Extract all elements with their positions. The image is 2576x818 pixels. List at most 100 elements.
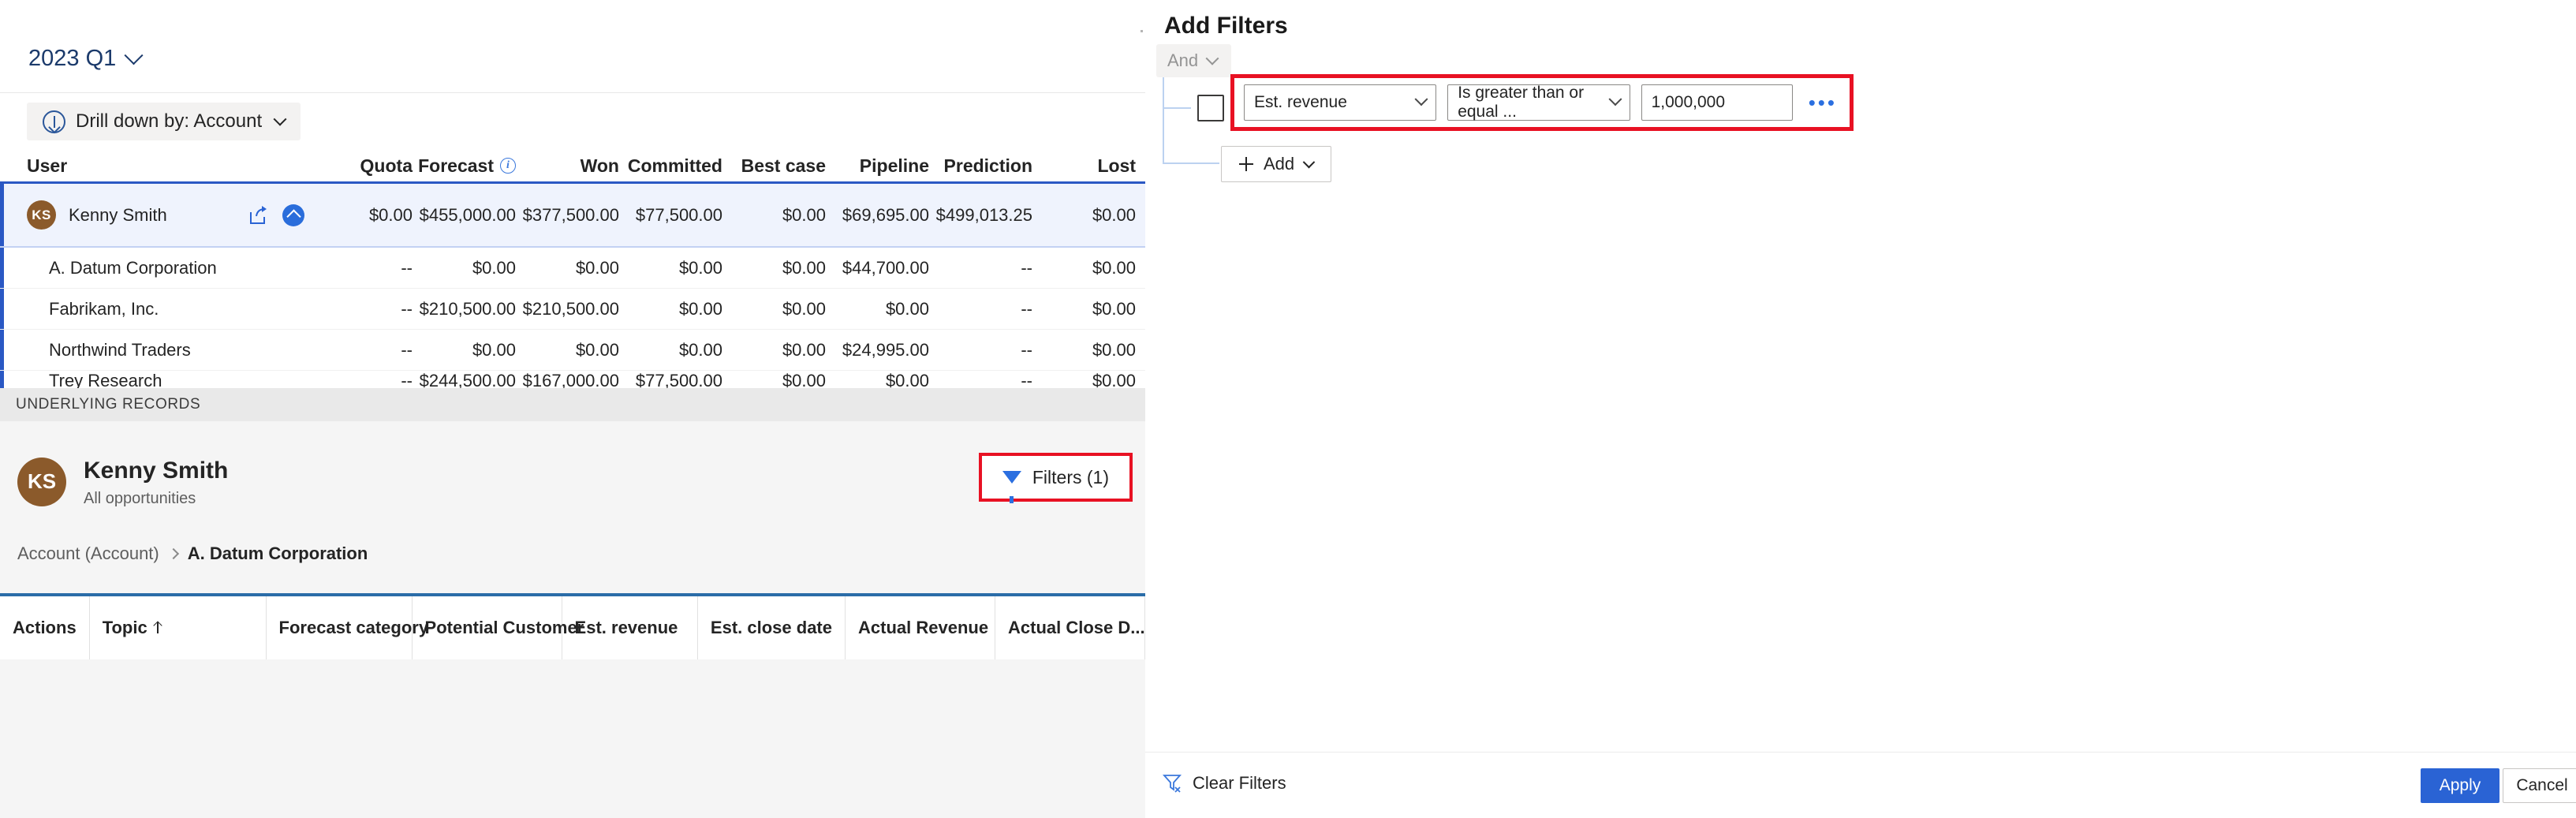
chevron-down-icon bbox=[125, 46, 144, 65]
filter-value-input[interactable]: 1,000,000 bbox=[1641, 84, 1793, 121]
filter-icon bbox=[1002, 471, 1021, 484]
cell-best-case: $0.00 bbox=[729, 340, 832, 360]
add-filter-label: Add bbox=[1264, 154, 1294, 174]
row-account-name: Northwind Traders bbox=[0, 340, 315, 360]
cell-best-case: $0.00 bbox=[729, 258, 832, 278]
share-icon[interactable] bbox=[248, 205, 269, 226]
cell-lost: $0.00 bbox=[1039, 299, 1142, 319]
page-title: Add Filters bbox=[1164, 13, 1288, 39]
column-header-committed[interactable]: Committed bbox=[625, 155, 729, 177]
column-header-actions[interactable]: Actions bbox=[0, 596, 90, 659]
record-owner-name: Kenny Smith bbox=[84, 456, 228, 486]
plus-icon bbox=[1239, 157, 1253, 171]
decorative-dot bbox=[1141, 30, 1143, 32]
chevron-down-icon bbox=[1415, 92, 1428, 106]
group-operator-label: And bbox=[1167, 50, 1198, 71]
group-operator-dropdown[interactable]: And bbox=[1156, 44, 1231, 77]
clear-filters-label: Clear Filters bbox=[1193, 773, 1286, 794]
breadcrumb: Account (Account) A. Datum Corporation bbox=[17, 543, 368, 564]
column-header-actual-close-date[interactable]: Actual Close D... bbox=[995, 596, 1145, 659]
column-header-forecast-category[interactable]: Forecast category bbox=[267, 596, 413, 659]
table-row[interactable]: Fabrikam, Inc. -- $210,500.00 $210,500.0… bbox=[0, 289, 1145, 330]
drill-down-label: Drill down by: Account bbox=[76, 110, 262, 133]
column-header-best-case[interactable]: Best case bbox=[729, 155, 832, 177]
column-header-forecast[interactable]: Forecast i bbox=[419, 155, 522, 177]
opportunities-grid: Actions Topic Forecast category Potentia… bbox=[0, 593, 1145, 770]
breadcrumb-parent[interactable]: Account (Account) bbox=[17, 543, 159, 564]
cell-pipeline: $44,700.00 bbox=[832, 258, 935, 278]
period-selector[interactable]: 2023 Q1 bbox=[28, 47, 140, 70]
clear-filters-button[interactable]: Clear Filters bbox=[1163, 773, 1286, 794]
record-owner-text: Kenny Smith All opportunities bbox=[84, 456, 228, 508]
underlying-records-bar: UNDERLYING RECORDS bbox=[0, 388, 1145, 421]
cell-best-case: $0.00 bbox=[729, 205, 832, 226]
drill-down-button[interactable]: Drill down by: Account bbox=[27, 103, 301, 140]
table-row[interactable]: KS Kenny Smith $0.00 $4 bbox=[0, 181, 1145, 248]
cell-committed: $0.00 bbox=[625, 258, 729, 278]
cell-forecast: $455,000.00 bbox=[419, 205, 522, 226]
clear-filter-icon bbox=[1163, 773, 1183, 794]
cell-pipeline: $0.00 bbox=[832, 299, 935, 319]
filter-field-value: Est. revenue bbox=[1254, 93, 1347, 112]
apply-button[interactable]: Apply bbox=[2421, 768, 2499, 803]
column-header-quota[interactable]: Quota bbox=[315, 155, 419, 177]
sort-ascending-icon bbox=[155, 622, 162, 633]
cell-forecast: $210,500.00 bbox=[419, 299, 522, 319]
tree-connector-branch bbox=[1163, 162, 1219, 164]
cell-won: $377,500.00 bbox=[522, 205, 625, 226]
add-filter-button[interactable]: Add bbox=[1221, 146, 1331, 182]
avatar: KS bbox=[27, 200, 56, 230]
filters-button[interactable]: Filters (1) bbox=[984, 458, 1128, 497]
table-row[interactable]: Northwind Traders -- $0.00 $0.00 $0.00 $… bbox=[0, 330, 1145, 371]
cancel-button[interactable]: Cancel bbox=[2503, 768, 2576, 803]
column-header-forecast-label: Forecast bbox=[418, 155, 494, 177]
chevron-down-icon bbox=[274, 113, 287, 126]
column-header-prediction[interactable]: Prediction bbox=[935, 155, 1039, 177]
forecast-grid: User Quota Forecast i Won Committed Best… bbox=[0, 150, 1145, 391]
column-header-user[interactable]: User bbox=[0, 155, 315, 177]
opportunities-grid-empty-body bbox=[0, 659, 1145, 770]
cell-won: $210,500.00 bbox=[522, 299, 625, 319]
tree-connector-branch bbox=[1163, 107, 1191, 109]
forecast-panel: 2023 Q1 Drill down by: Account User Quot… bbox=[0, 0, 1145, 818]
more-options-icon[interactable]: ••• bbox=[1805, 92, 1840, 113]
filters-button-highlight: Filters (1) bbox=[979, 453, 1133, 502]
row-actions bbox=[248, 204, 315, 226]
filters-button-label: Filters (1) bbox=[1032, 467, 1109, 488]
cell-won: $0.00 bbox=[522, 340, 625, 360]
cell-forecast: $0.00 bbox=[419, 340, 522, 360]
column-header-won[interactable]: Won bbox=[522, 155, 625, 177]
opportunities-grid-header: Actions Topic Forecast category Potentia… bbox=[0, 596, 1145, 659]
filter-field-dropdown[interactable]: Est. revenue bbox=[1244, 84, 1436, 121]
filter-operator-dropdown[interactable]: Is greater than or equal ... bbox=[1447, 84, 1630, 121]
filter-row-checkbox[interactable] bbox=[1197, 95, 1224, 121]
cell-lost: $0.00 bbox=[1039, 340, 1142, 360]
drill-down-icon bbox=[43, 110, 65, 133]
table-row[interactable]: A. Datum Corporation -- $0.00 $0.00 $0.0… bbox=[0, 248, 1145, 289]
column-header-pipeline[interactable]: Pipeline bbox=[832, 155, 935, 177]
column-header-est-revenue[interactable]: Est. revenue bbox=[562, 596, 698, 659]
chevron-right-icon bbox=[168, 548, 179, 559]
add-filters-panel: Add Filters And Est. revenue Is greater … bbox=[1145, 0, 2576, 818]
column-header-actual-revenue[interactable]: Actual Revenue bbox=[846, 596, 995, 659]
cell-lost: $0.00 bbox=[1039, 258, 1142, 278]
cell-prediction: -- bbox=[935, 258, 1039, 278]
cell-prediction: -- bbox=[935, 340, 1039, 360]
forecast-grid-header: User Quota Forecast i Won Committed Best… bbox=[0, 150, 1145, 181]
tree-connector-vertical bbox=[1163, 77, 1164, 164]
column-header-lost[interactable]: Lost bbox=[1039, 155, 1142, 177]
column-header-topic[interactable]: Topic bbox=[90, 596, 267, 659]
column-header-est-close-date[interactable]: Est. close date bbox=[698, 596, 846, 659]
period-label: 2023 Q1 bbox=[28, 47, 116, 70]
avatar: KS bbox=[17, 458, 66, 506]
row-selection-rail bbox=[0, 184, 4, 246]
cell-quota: -- bbox=[315, 258, 419, 278]
row-user-cell: KS Kenny Smith bbox=[0, 200, 315, 230]
row-user-name: Kenny Smith bbox=[69, 205, 167, 226]
breadcrumb-current: A. Datum Corporation bbox=[188, 543, 368, 564]
column-header-topic-label: Topic bbox=[103, 618, 147, 638]
column-header-potential-customer[interactable]: Potential Customer bbox=[413, 596, 562, 659]
cell-won: $0.00 bbox=[522, 258, 625, 278]
trend-up-icon[interactable] bbox=[282, 204, 304, 226]
info-icon[interactable]: i bbox=[500, 158, 516, 174]
